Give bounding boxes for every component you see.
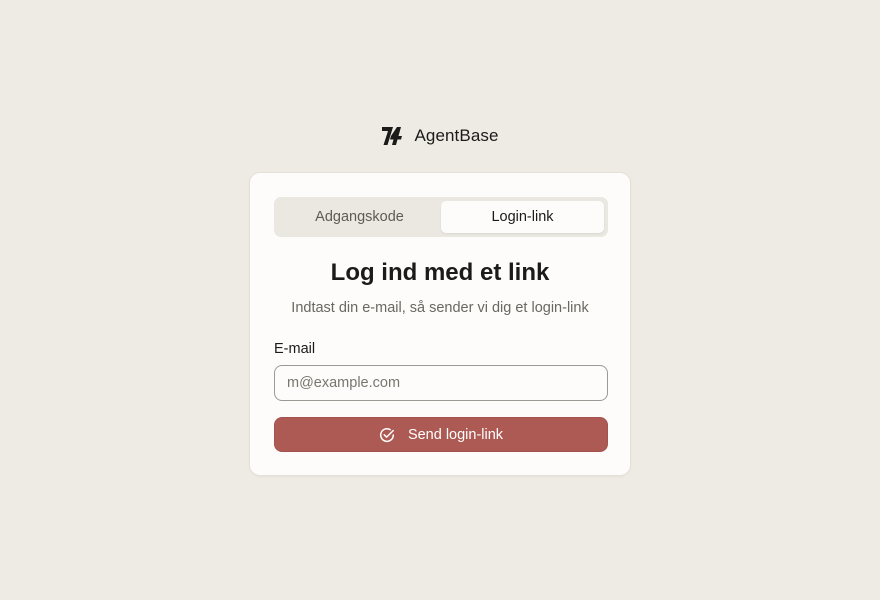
email-field[interactable] <box>274 365 608 401</box>
email-label: E-mail <box>274 341 316 357</box>
tab-password[interactable]: Adgangskode <box>278 201 441 233</box>
brand-name: AgentBase <box>414 126 499 145</box>
agentbase-logo-icon <box>382 127 403 145</box>
tab-login-link[interactable]: Login-link <box>441 201 604 233</box>
send-login-link-label: Send login-link <box>407 426 504 443</box>
login-method-tabs: Adgangskode Login-link <box>274 197 608 237</box>
page-title: Log ind med et link <box>330 259 550 286</box>
login-card: Adgangskode Login-link Log ind med et li… <box>249 172 631 476</box>
check-circle-icon <box>379 427 394 442</box>
page-subtitle: Indtast din e-mail, så sender vi dig et … <box>291 300 589 316</box>
send-login-link-button[interactable]: Send login-link <box>274 417 608 452</box>
brand-header: AgentBase <box>0 124 880 148</box>
